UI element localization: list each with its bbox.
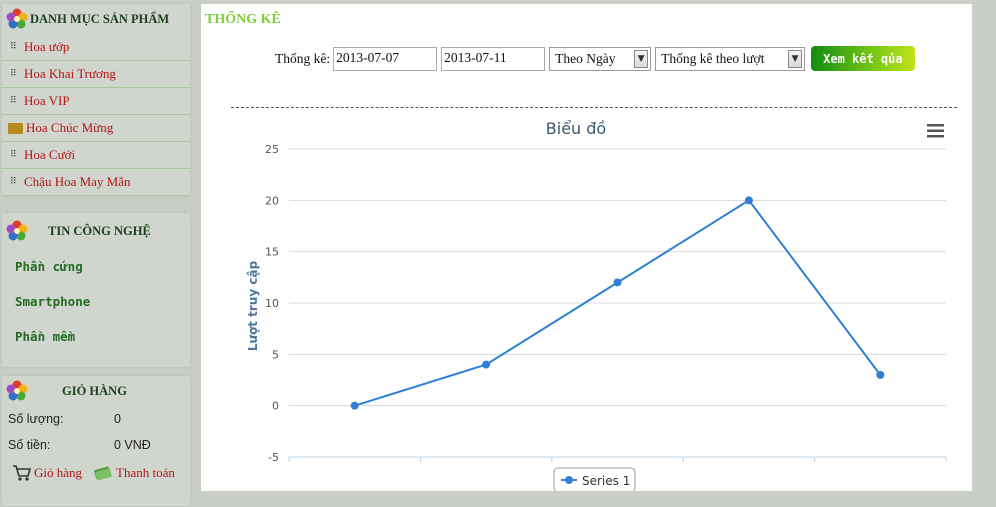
flower-logo-icon: [6, 220, 28, 241]
chart-title: Biểu đồ: [546, 119, 606, 138]
data-point[interactable]: [744, 196, 753, 205]
tech-item[interactable]: Smartphone: [2, 284, 190, 319]
legend-label: Series 1: [582, 474, 630, 488]
category-item-label: Hoa ướp: [24, 39, 70, 54]
y-tick-label: 0: [272, 400, 279, 413]
money-icon[interactable]: [94, 465, 112, 481]
bullet-icon: ⠿: [10, 150, 17, 160]
bullet-icon: ⠿: [10, 69, 17, 79]
cart-link[interactable]: Giỏ hàng: [34, 465, 82, 481]
tech-item[interactable]: Phần cứng: [2, 249, 190, 284]
y-tick-label: 15: [265, 246, 279, 259]
y-tick-labels: -5 0 5 10 15 20 25: [265, 143, 279, 464]
category-item[interactable]: ⠿ Chậu Hoa May Mắn: [2, 169, 190, 196]
sidebar: DANH MỤC SẢN PHẨM ⠿ Hoa ướp ⠿ Hoa Khai Trươ…: [0, 0, 195, 507]
data-point[interactable]: [876, 370, 885, 379]
tech-header: TIN CÔNG NGHỆ: [2, 213, 190, 249]
category-item-label: Hoa VIP: [24, 93, 70, 108]
legend-marker-icon: [565, 476, 573, 484]
menu-icon[interactable]: [927, 124, 944, 138]
y-tick-label: 20: [265, 194, 279, 207]
cart-quantity-value: 0: [114, 412, 121, 426]
tech-title: TIN CÔNG NGHỆ: [48, 223, 151, 238]
cart-box: GIỎ HÀNG Số lượng: 0 Số tiền: 0 VNĐ Giỏ …: [2, 376, 190, 506]
main-panel: THỐNG KÊ Thống kê: 2013-07-07 2013-07-11…: [201, 4, 972, 491]
category-item-label: Hoa Cưới: [24, 147, 76, 162]
category-title: DANH MỤC SẢN PHẨM: [30, 11, 170, 26]
cart-title: GIỎ HÀNG: [62, 383, 127, 398]
category-header: DANH MỤC SẢN PHẨM: [2, 4, 190, 34]
y-axis-label: Lượt truy cập: [246, 260, 260, 351]
cart-quantity-row: Số lượng: 0: [2, 406, 190, 432]
data-point[interactable]: [482, 360, 491, 369]
y-tick-label: 5: [272, 348, 279, 361]
bullet-icon: ⠿: [10, 96, 17, 106]
y-tick-label: 25: [265, 143, 279, 156]
category-item[interactable]: Hoa Chúc Mừng: [2, 115, 190, 142]
tech-item[interactable]: Phần mềm: [2, 319, 190, 354]
cart-actions: Giỏ hàng Thanh toán: [2, 458, 190, 488]
shopping-cart-icon[interactable]: [12, 464, 32, 482]
chart-grid: [289, 148, 946, 458]
y-tick-label: 10: [265, 297, 279, 310]
category-item[interactable]: ⠿ Hoa Cưới: [2, 142, 190, 169]
checkout-link[interactable]: Thanh toán: [116, 465, 175, 481]
legend[interactable]: Series 1: [553, 467, 636, 491]
flower-logo-icon: [6, 8, 28, 29]
folder-icon: [8, 122, 23, 134]
tech-box: TIN CÔNG NGHỆ Phần cứng Smartphone Phần mề…: [2, 213, 190, 367]
y-tick-label: -5: [268, 451, 279, 464]
category-item[interactable]: ⠿ Hoa VIP: [2, 88, 190, 115]
cart-header: GIỎ HÀNG: [2, 376, 190, 406]
x-tick-marks: [288, 457, 947, 462]
category-item[interactable]: ⠿ Hoa ướp: [2, 34, 190, 61]
cart-amount-value: 0 VNĐ: [114, 438, 151, 452]
flower-logo-icon: [6, 380, 28, 401]
bullet-icon: ⠿: [10, 42, 17, 52]
category-item-label: Chậu Hoa May Mắn: [24, 174, 131, 189]
data-point[interactable]: [350, 401, 359, 410]
cart-quantity-label: Số lượng:: [8, 412, 64, 426]
data-point[interactable]: [613, 278, 622, 287]
cart-amount-row: Số tiền: 0 VNĐ: [2, 432, 190, 458]
category-item-label: Hoa Chúc Mừng: [26, 120, 114, 135]
category-item[interactable]: ⠿ Hoa Khai Trương: [2, 61, 190, 88]
bullet-icon: ⠿: [10, 177, 17, 187]
category-item-label: Hoa Khai Trương: [24, 66, 116, 81]
category-box: DANH MỤC SẢN PHẨM ⠿ Hoa ướp ⠿ Hoa Khai Trươ…: [2, 4, 190, 196]
line-chart: -5 0 5 10 15 20 25 Biểu đồ Lượt truy cập Serie…: [246, 119, 947, 491]
cart-amount-label: Số tiền:: [8, 438, 51, 452]
